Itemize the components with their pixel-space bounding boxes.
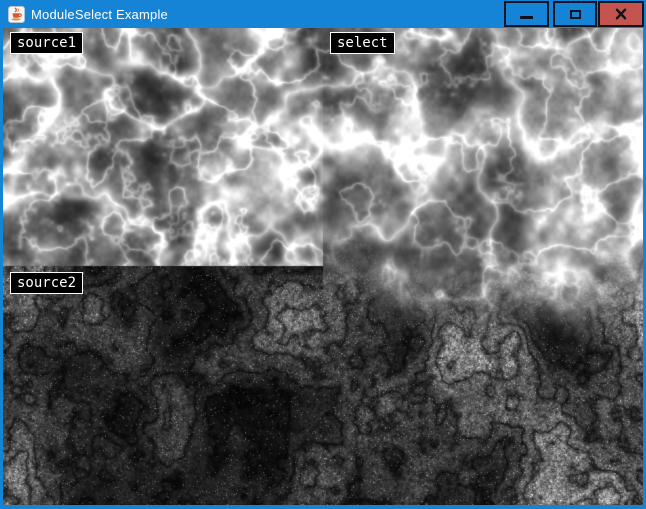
render-area: source1 select source2 — [3, 28, 643, 505]
close-button[interactable] — [598, 1, 644, 27]
java-coffee-cup-icon — [8, 6, 25, 23]
image-label-source2: source2 — [10, 272, 83, 294]
window-title: ModuleSelect Example — [31, 7, 168, 22]
image-label-source1: source1 — [10, 32, 83, 54]
minimize-button[interactable] — [504, 1, 549, 27]
titlebar[interactable]: ModuleSelect Example — [0, 0, 646, 28]
maximize-icon — [570, 10, 581, 19]
minimize-icon — [520, 16, 533, 19]
noise-viewport — [3, 28, 643, 505]
app-window: ModuleSelect Example source1 select sour… — [0, 0, 646, 509]
image-label-select: select — [330, 32, 395, 54]
close-icon — [614, 7, 628, 21]
maximize-button[interactable] — [553, 1, 597, 27]
